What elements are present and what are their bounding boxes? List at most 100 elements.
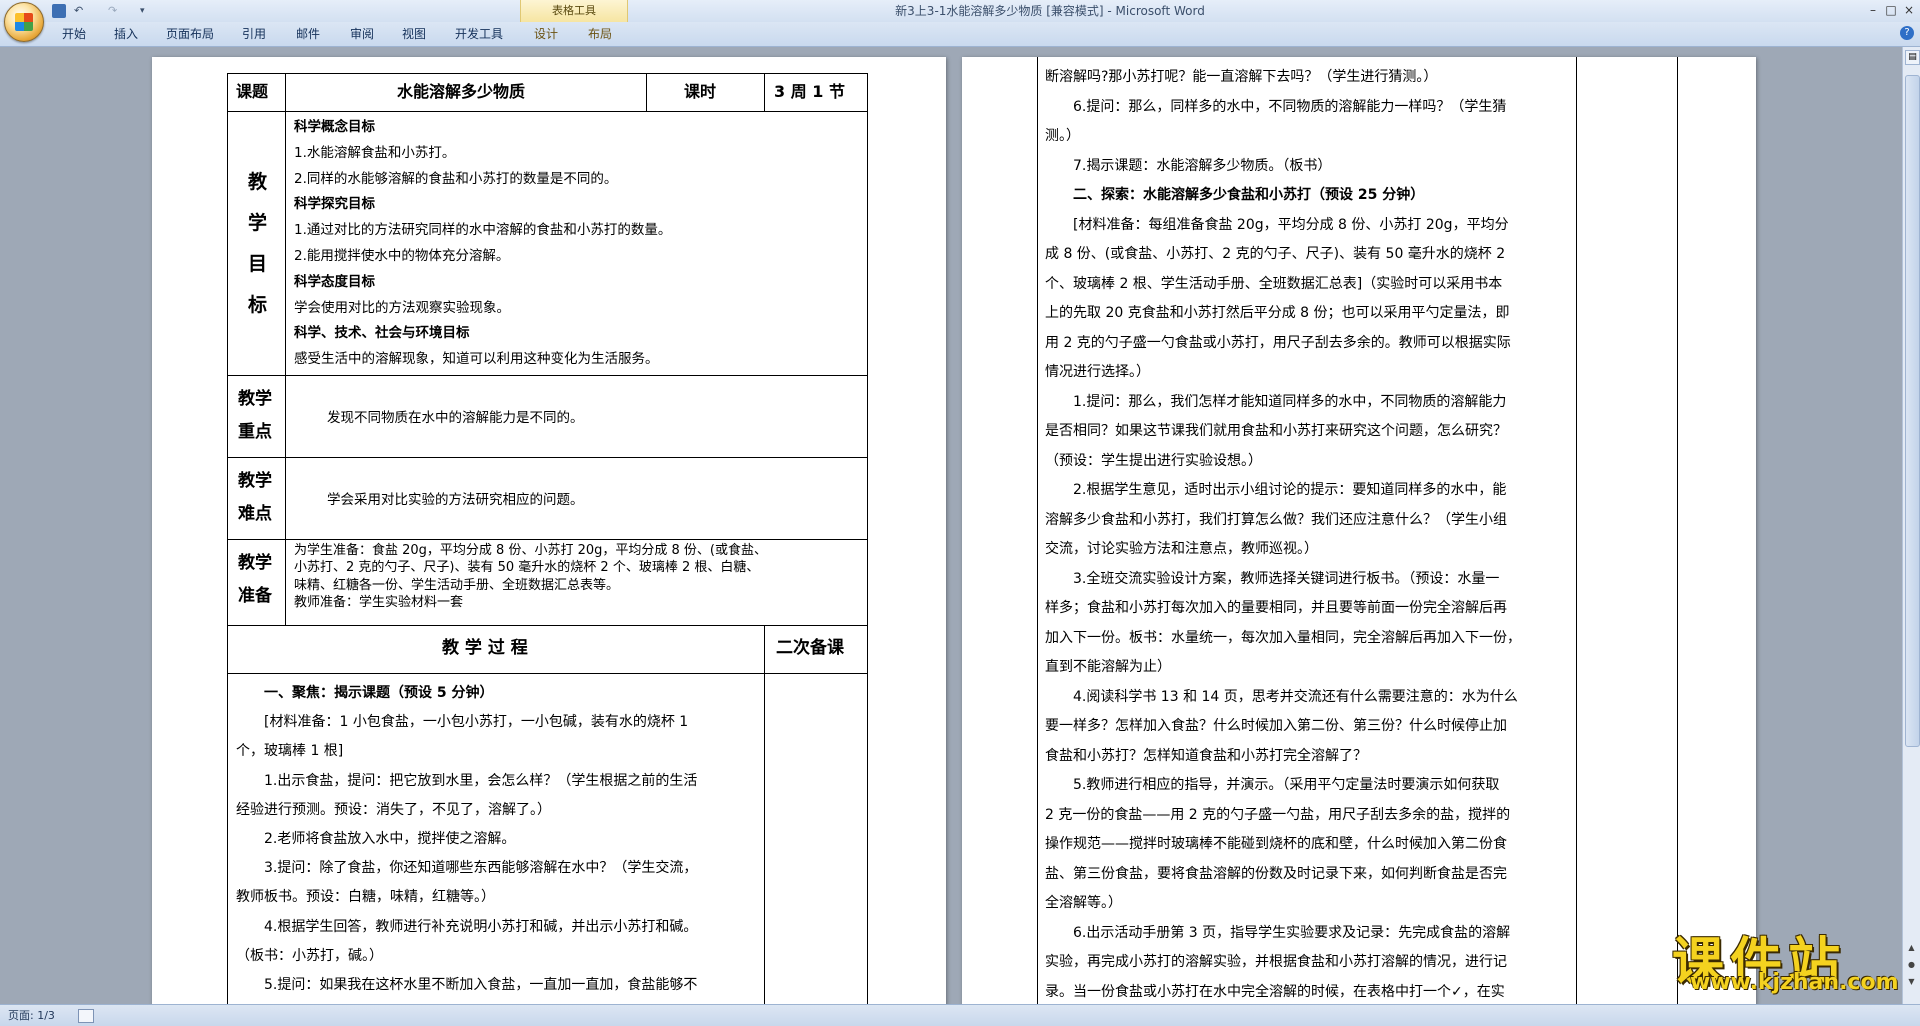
text-line: 小苏打、2 克的勺子、尺子)、装有 50 毫升水的烧杯 2 个、玻璃棒 2 根、…: [294, 560, 760, 576]
text-line: 溶解多少食盐和小苏打，我们打算怎么做？我们还应注意什么？（学生小组: [1045, 511, 1507, 528]
process-content: 一、聚焦：揭示课题（预设 5 分钟） [材料准备：1 小包食盐，一小包小苏打，一…: [236, 679, 759, 1000]
text-line: [材料准备：每组准备食盐 20g，平均分成 8 份、小苏打 20g，平均分: [1045, 216, 1509, 233]
text-line: 1.水能溶解食盐和小苏打。: [294, 144, 456, 161]
window-title: 新3上3-1水能溶解多少物质 [兼容模式] - Microsoft Word: [895, 4, 1205, 18]
text-line: 2.根据学生意见，适时出示小组讨论的提示：要知道同样多的水中，能: [1045, 482, 1507, 498]
text-line: 科学概念目标: [294, 119, 375, 135]
tab-page-layout[interactable]: 页面布局: [160, 22, 220, 46]
text-line: 用 2 克的勺子盛一勺食盐或小苏打，用尺子刮去多余的。教师可以根据实际: [1045, 334, 1511, 351]
text-line: （预设：学生提出进行实验设想。）: [1045, 452, 1262, 469]
topic-title: 水能溶解多少物质: [397, 82, 526, 101]
undo-icon[interactable]: ↶: [74, 3, 83, 19]
text-line: 样多；食盐和小苏打每次加入的量要相同，并且要等前面一份完全溶解后再: [1045, 600, 1507, 616]
text-line: 4.阅读科学书 13 和 14 页，思考并交流还有什么需要注意的：水为什么: [1045, 688, 1518, 705]
tab-view[interactable]: 视图: [396, 22, 432, 46]
close-button[interactable]: ×: [1898, 2, 1920, 18]
text-line: 经验进行预测。预设：消失了，不见了，溶解了。）: [236, 801, 551, 818]
office-logo-icon: [15, 13, 33, 31]
redo-icon[interactable]: ↷: [108, 3, 117, 19]
text-line: 测。）: [1045, 128, 1080, 144]
difficulty-text: 学会采用对比实验的方法研究相应的问题。: [327, 492, 584, 508]
document-page-2[interactable]: 断溶解吗?那小苏打呢？能一直溶解下去吗？（学生进行猜测。） 6.提问：那么，同样…: [962, 57, 1756, 1004]
text-line: 科学态度目标: [294, 273, 375, 290]
second-prep-header: 二次备课: [776, 638, 844, 658]
text-line: 科学探究目标: [294, 196, 375, 213]
proofing-icon[interactable]: [78, 1009, 94, 1023]
text-line: 1.通过对比的方法研究同样的水中溶解的食盐和小苏打的数量。: [294, 222, 672, 239]
preparation-label: 教学 准备: [238, 553, 272, 606]
objectives-label: 教 学 目 标: [248, 171, 268, 316]
status-bar: 页面: 1/3: [0, 1004, 1920, 1026]
ruler-toggle-icon[interactable]: ▤: [1905, 50, 1920, 65]
document-page-1[interactable]: 课题 水能溶解多少物质 课时 3 周 1 节 教 学 目 标 科学概念目标 1.水…: [152, 57, 946, 1004]
text-line: 断溶解吗?那小苏打呢？能一直溶解下去吗？（学生进行猜测。）: [1045, 69, 1438, 85]
text-line: 个，玻璃棒 1 根]: [236, 743, 344, 760]
tab-home[interactable]: 开始: [56, 22, 92, 46]
text-line: 是否相同？如果这节课我们就用食盐和小苏打来研究这个问题，怎么研究？: [1045, 423, 1507, 439]
preparation-content: 为学生准备：食盐 20g，平均分成 8 份、小苏打 20g，平均分成 8 份、(…: [294, 542, 767, 612]
objectives-content: 科学概念目标 1.水能溶解食盐和小苏打。 2.同样的水能够溶解的食盐和小苏打的数量是…: [294, 115, 671, 373]
table-tools-label: 表格工具: [520, 0, 628, 22]
process-header: 教 学 过 程: [442, 638, 528, 658]
text-line: [材料准备：1 小包食盐，一小包小苏打，一小包碱，装有水的烧杯 1: [236, 714, 689, 731]
text-line: 3.提问：除了食盐，你还知道哪些东西能够溶解在水中？（学生交流，: [236, 860, 698, 877]
text-line: 食盐和小苏打？怎样知道食盐和小苏打完全溶解了？: [1045, 747, 1367, 764]
office-button[interactable]: [4, 2, 44, 42]
text-line: 二、探索：水能溶解多少食盐和小苏打（预设 25 分钟）: [1045, 187, 1425, 203]
vertical-scrollbar[interactable]: ▤ ▲ ● ▼: [1902, 47, 1920, 1004]
period-label: 课时: [684, 82, 717, 101]
scroll-thumb[interactable]: [1905, 75, 1920, 747]
tab-layout[interactable]: 布局: [582, 22, 618, 46]
text-line: 7.揭示课题：水能溶解多少物质。（板书）: [1045, 157, 1332, 174]
text-line: 教师板书。预设：白糖，味精，红糖等。）: [236, 889, 495, 906]
text-line: 1.提问：那么，我们怎样才能知道同样多的水中，不同物质的溶解能力: [1045, 393, 1507, 410]
text-line: 录。当一份食盐或小苏打在水中完全溶解的时候，在表格中打一个✓，在实: [1045, 983, 1505, 1000]
tab-mailings[interactable]: 邮件: [290, 22, 326, 46]
difficulty-label: 教学 难点: [238, 471, 272, 524]
text-line: 6.提问：那么，同样多的水中，不同物质的溶解能力一样吗？（学生猜: [1045, 98, 1507, 115]
text-line: 味精、红糖各一份、学生活动手册、全班数据汇总表等。: [294, 577, 620, 593]
text-line: （板书：小苏打，碱。）: [236, 947, 383, 964]
customize-quick-access-icon[interactable]: ▾: [140, 3, 145, 19]
key-point-label: 教学 重点: [238, 389, 272, 442]
text-line: 要一样多？怎样加入食盐？什么时候加入第二份、第三份？什么时候停止加: [1045, 718, 1507, 734]
text-line: 成 8 份、(或食盐、小苏打、2 克的勺子、尺子)、装有 50 毫升水的烧杯 2: [1045, 246, 1506, 262]
text-line: 1.出示食盐，提问：把它放到水里，会怎么样？（学生根据之前的生活: [236, 772, 698, 789]
text-line: 一、聚焦：揭示课题（预设 5 分钟）: [236, 685, 494, 701]
page-indicator[interactable]: 页面: 1/3: [8, 1005, 55, 1026]
save-icon[interactable]: [52, 4, 66, 18]
watermark-url: www.kjzhan.com: [1690, 970, 1899, 995]
title-bar: ↶ ↷ ▾ 表格工具 新3上3-1水能溶解多少物质 [兼容模式] - Micro…: [0, 0, 1920, 42]
text-line: 2.同样的水能够溶解的食盐和小苏打的数量是不同的。: [294, 170, 618, 187]
tab-design[interactable]: 设计: [528, 22, 564, 46]
text-line: 直到不能溶解为止）: [1045, 659, 1171, 675]
text-line: 科学、技术、社会与环境目标: [294, 325, 470, 342]
text-line: 5.提问：如果我在这杯水里不断加入食盐，一直加一直加，食盐能够不: [236, 977, 698, 994]
page2-content: 断溶解吗?那小苏打呢？能一直溶解下去吗？（学生进行猜测。） 6.提问：那么，同样…: [1045, 63, 1572, 1004]
next-page-icon[interactable]: ▼: [1905, 976, 1918, 988]
tab-review[interactable]: 审阅: [344, 22, 380, 46]
ribbon-tabs: 开始 插入 页面布局 引用 邮件 审阅 视图 开发工具 设计 布局 ?: [0, 22, 1920, 47]
prev-page-icon[interactable]: ▲: [1905, 942, 1918, 954]
tab-developer[interactable]: 开发工具: [448, 22, 510, 46]
topic-label: 课题: [236, 82, 269, 101]
select-browse-object-icon[interactable]: ●: [1905, 959, 1918, 971]
text-line: 感受生活中的溶解现象，知道可以利用这种变化为生活服务。: [294, 351, 659, 368]
text-line: 操作规范——搅拌时玻璃棒不能碰到烧杯的底和壁，什么时候加入第二份食: [1045, 836, 1507, 852]
tab-references[interactable]: 引用: [236, 22, 272, 46]
text-line: 实验，再完成小苏打的溶解实验，并根据食盐和小苏打溶解的情况，进行记: [1045, 954, 1507, 970]
period-value: 3 周 1 节: [774, 82, 845, 101]
text-line: 教师准备：学生实验材料一套: [294, 595, 464, 611]
text-line: 加入下一份。板书：水量统一，每次加入量相同，完全溶解后再加入下一份，: [1045, 629, 1521, 646]
help-icon[interactable]: ?: [1900, 26, 1914, 40]
text-line: 4.根据学生回答，教师进行补充说明小苏打和碱，并出示小苏打和碱。: [236, 918, 698, 935]
text-line: 5.教师进行相应的指导，并演示。（采用平勺定量法时要演示如何获取: [1045, 777, 1500, 793]
text-line: 全溶解等。）: [1045, 895, 1122, 911]
text-line: 2.能用搅拌使水中的物体充分溶解。: [294, 247, 510, 264]
text-line: 2.老师将食盐放入水中，搅拌使之溶解。: [236, 831, 516, 848]
tab-insert[interactable]: 插入: [108, 22, 144, 46]
text-line: 情况进行选择。）: [1045, 364, 1150, 380]
text-line: 学会使用对比的方法观察实验现象。: [294, 299, 510, 316]
text-line: 盐、第三份食盐，要将食盐溶解的份数及时记录下来，如何判断食盐是否完: [1045, 865, 1507, 882]
key-point-text: 发现不同物质在水中的溶解能力是不同的。: [327, 410, 584, 426]
